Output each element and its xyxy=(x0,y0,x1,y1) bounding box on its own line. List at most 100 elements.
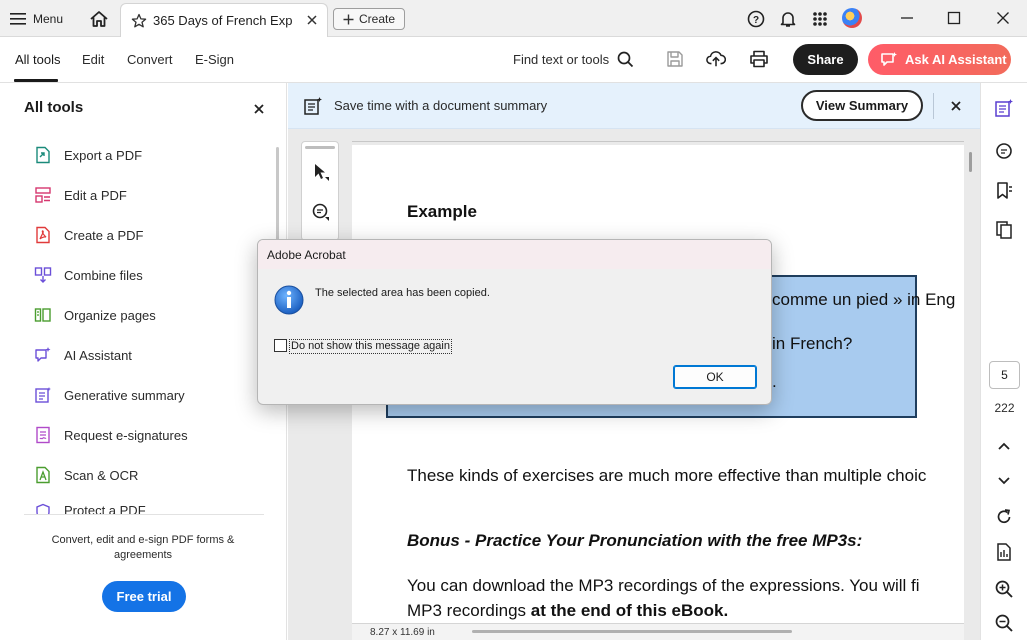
dialog-titlebar[interactable]: Adobe Acrobat xyxy=(258,240,771,269)
minimize-icon[interactable] xyxy=(896,7,918,29)
create-pdf-icon xyxy=(36,226,50,244)
chevron-down-icon[interactable] xyxy=(994,470,1014,490)
tool-generative-summary[interactable]: Generative summary xyxy=(34,383,264,407)
menu-button[interactable]: Menu xyxy=(10,8,63,30)
close-panel-icon[interactable] xyxy=(252,102,266,116)
page-fit-icon[interactable] xyxy=(994,542,1014,562)
nav-edit[interactable]: Edit xyxy=(82,52,104,67)
organize-pages-icon xyxy=(34,308,51,322)
home-button[interactable] xyxy=(86,7,112,31)
star-icon[interactable] xyxy=(131,13,147,29)
page-text-line: You can download the MP3 recordings of t… xyxy=(407,576,920,595)
search-icon xyxy=(617,51,634,68)
text-normal: MP3 recordings xyxy=(407,601,531,620)
avatar[interactable] xyxy=(842,8,862,28)
summary-banner: Save time with a document summary View S… xyxy=(288,83,980,129)
share-button[interactable]: Share xyxy=(793,44,858,75)
select-cursor-icon[interactable] xyxy=(311,162,331,182)
right-rail: 5 222 xyxy=(980,83,1027,640)
acrobat-message-dialog: Adobe Acrobat The selected area has been… xyxy=(257,239,772,405)
page-heading: Example xyxy=(407,202,477,221)
create-button[interactable]: Create xyxy=(333,8,405,30)
tool-label: Create a PDF xyxy=(64,227,144,243)
generative-summary-icon xyxy=(35,387,51,403)
tool-ai-assistant[interactable]: AI Assistant xyxy=(34,343,264,367)
help-icon[interactable]: ? xyxy=(746,9,766,29)
ask-ai-assistant-button[interactable]: Ask AI Assistant xyxy=(868,44,1011,75)
tab-title: 365 Days of French Expr... xyxy=(153,13,293,28)
main-toolbar: All tools Edit Convert E-Sign Find text … xyxy=(0,37,1027,83)
info-icon xyxy=(274,285,304,315)
window-close-icon[interactable] xyxy=(992,7,1014,29)
document-scrollbar[interactable] xyxy=(969,152,972,172)
cloud-upload-icon[interactable] xyxy=(706,49,726,69)
request-esignatures-icon xyxy=(36,426,50,444)
page-thumbnails-icon[interactable] xyxy=(994,220,1014,240)
ai-assistant-icon xyxy=(35,347,51,362)
document-tab[interactable]: 365 Days of French Expr... xyxy=(120,3,328,37)
title-bar: Menu 365 Days of French Expr... Create ? xyxy=(0,0,1027,37)
rotate-icon[interactable] xyxy=(994,507,1014,527)
tool-combine-files[interactable]: Combine files xyxy=(34,263,264,287)
svg-text:?: ? xyxy=(753,15,759,26)
home-icon xyxy=(90,11,108,27)
nav-convert[interactable]: Convert xyxy=(127,52,173,67)
box-line-2: in French? xyxy=(772,334,853,353)
banner-divider xyxy=(933,93,934,119)
dialog-title: Adobe Acrobat xyxy=(267,248,346,262)
save-icon[interactable] xyxy=(665,49,685,69)
tool-edit-pdf[interactable]: Edit a PDF xyxy=(34,183,264,207)
menu-label: Menu xyxy=(33,12,64,26)
dont-show-again-label[interactable]: Do not show this message again xyxy=(289,339,452,354)
close-tab-icon[interactable] xyxy=(305,13,319,27)
generative-summary-icon[interactable] xyxy=(994,98,1014,118)
print-icon[interactable] xyxy=(749,49,769,69)
edit-pdf-icon xyxy=(35,187,51,203)
drag-grip[interactable] xyxy=(305,146,335,149)
maximize-icon[interactable] xyxy=(943,7,965,29)
ok-button[interactable]: OK xyxy=(673,365,757,389)
tool-label: Scan & OCR xyxy=(64,467,139,483)
total-pages: 222 xyxy=(994,401,1015,415)
current-page-input[interactable]: 5 xyxy=(989,361,1020,389)
tool-create-pdf[interactable]: Create a PDF xyxy=(34,223,264,247)
nav-esign[interactable]: E-Sign xyxy=(195,52,234,67)
tool-label: Combine files xyxy=(64,267,143,283)
panel-footer-divider xyxy=(24,514,264,515)
ask-ai-label: Ask AI Assistant xyxy=(905,52,1007,67)
dialog-message: The selected area has been copied. xyxy=(315,287,490,299)
chevron-up-icon[interactable] xyxy=(994,436,1014,456)
comment-icon[interactable] xyxy=(311,202,331,222)
tool-label: AI Assistant xyxy=(64,347,132,363)
generative-summary-icon xyxy=(304,97,322,115)
all-tools-panel: All tools Export a PDF Edit a PDF Create… xyxy=(0,83,287,640)
view-summary-button[interactable]: View Summary xyxy=(801,90,923,121)
text-bold: at the end of this eBook. xyxy=(530,601,729,620)
bell-icon[interactable] xyxy=(778,9,798,29)
banner-message: Save time with a document summary xyxy=(334,98,548,113)
zoom-in-icon[interactable] xyxy=(994,579,1014,599)
tool-scan-ocr[interactable]: Scan & OCR xyxy=(34,463,264,487)
bookmark-icon[interactable] xyxy=(994,181,1014,201)
plus-icon xyxy=(343,14,354,24)
page-edge xyxy=(352,141,964,142)
tool-request-esignatures[interactable]: Request e-signatures xyxy=(34,423,264,447)
hamburger-icon xyxy=(10,13,26,25)
active-nav-underline xyxy=(14,79,58,82)
comment-add-icon[interactable] xyxy=(994,141,1014,161)
apps-grid-icon[interactable] xyxy=(810,9,830,29)
horizontal-scrollbar[interactable] xyxy=(472,630,792,633)
free-trial-button[interactable]: Free trial xyxy=(102,581,186,612)
tool-label: Request e-signatures xyxy=(64,427,188,443)
create-label: Create xyxy=(358,12,396,26)
document-status-bar: 8.27 x 11.69 in xyxy=(352,623,964,640)
tool-organize-pages[interactable]: Organize pages xyxy=(34,303,264,327)
dont-show-again-checkbox[interactable] xyxy=(274,339,287,352)
nav-all-tools[interactable]: All tools xyxy=(15,52,61,67)
find-text-or-tools[interactable]: Find text or tools xyxy=(513,51,634,68)
zoom-out-icon[interactable] xyxy=(994,613,1014,633)
close-banner-icon[interactable] xyxy=(949,99,963,113)
promo-text: Convert, edit and e-sign PDF forms & agr… xyxy=(51,534,235,561)
bonus-heading: Bonus - Practice Your Pronunciation with… xyxy=(407,531,863,550)
tool-export-pdf[interactable]: Export a PDF xyxy=(34,143,264,167)
